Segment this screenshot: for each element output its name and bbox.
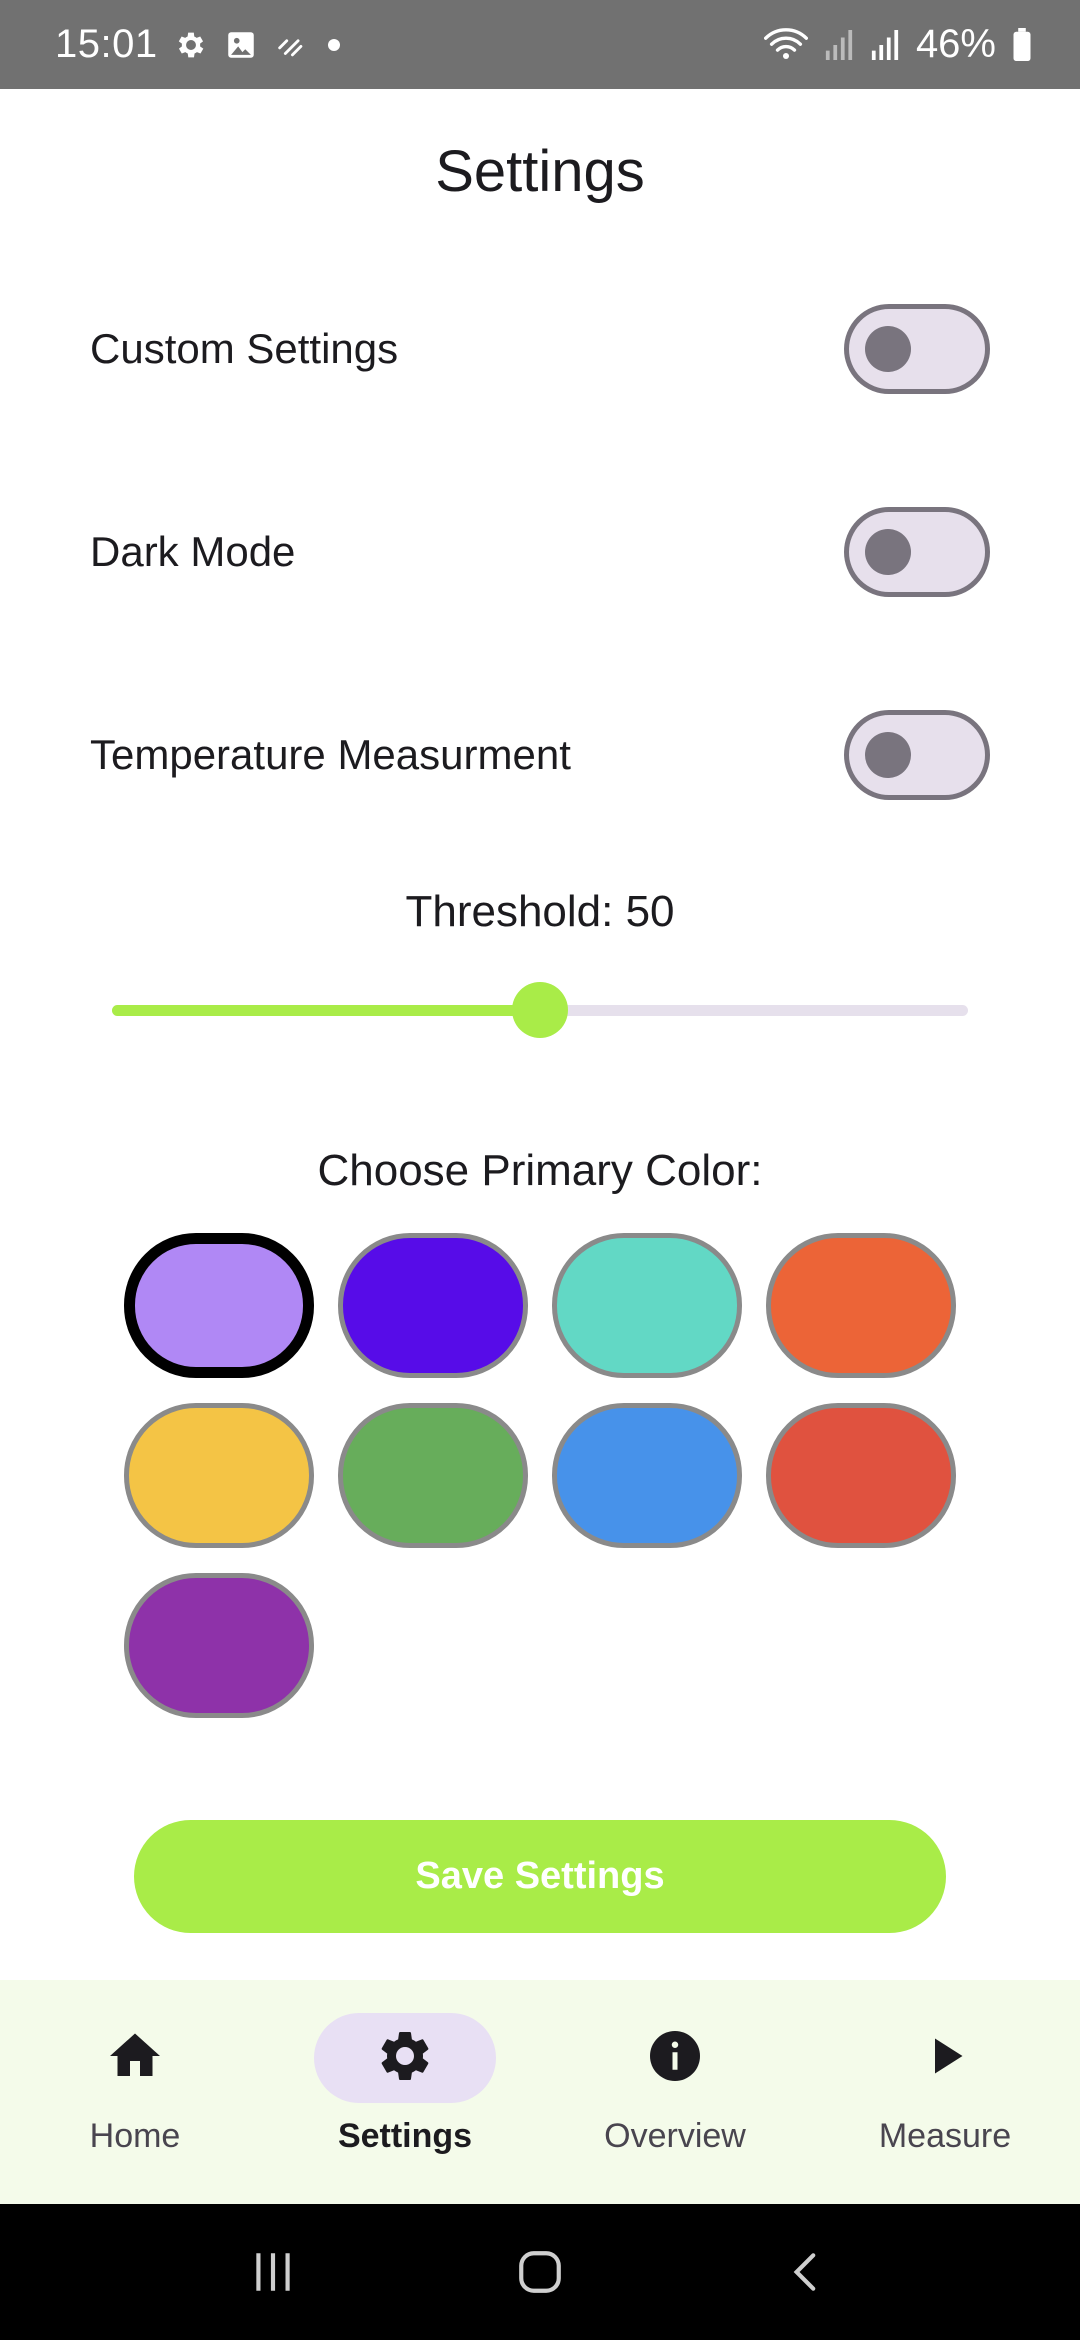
custom-settings-toggle[interactable] bbox=[844, 304, 990, 394]
wifi-icon bbox=[763, 27, 808, 63]
nav-item-settings[interactable]: Settings bbox=[270, 1980, 540, 2204]
save-settings-button[interactable]: Save Settings bbox=[134, 1820, 946, 1933]
color-swatch[interactable] bbox=[338, 1403, 528, 1548]
status-bar-left: 15:01 bbox=[55, 22, 344, 67]
temperature-row: Temperature Measurment bbox=[90, 709, 990, 801]
nav-label-measure: Measure bbox=[878, 2117, 1012, 2155]
status-bar: 15:01 46% bbox=[0, 0, 1080, 89]
toggle-knob bbox=[865, 732, 911, 778]
nav-label-overview: Overview bbox=[604, 2117, 746, 2155]
gear-icon bbox=[375, 2026, 435, 2091]
battery-icon bbox=[1012, 27, 1032, 62]
dark-mode-row: Dark Mode bbox=[90, 506, 990, 598]
settings-icon bbox=[174, 28, 208, 62]
color-swatch[interactable] bbox=[552, 1233, 742, 1378]
custom-settings-label: Custom Settings bbox=[90, 325, 399, 372]
nav-pill bbox=[854, 2013, 1036, 2103]
color-swatch[interactable] bbox=[124, 1403, 314, 1548]
home-icon bbox=[105, 2026, 165, 2091]
dark-mode-label: Dark Mode bbox=[90, 528, 296, 575]
system-navigation-bar bbox=[0, 2204, 1080, 2340]
toggle-knob bbox=[865, 326, 911, 372]
play-icon bbox=[915, 2026, 975, 2091]
dot-icon bbox=[324, 35, 344, 55]
nav-item-measure[interactable]: Measure bbox=[810, 1980, 1080, 2204]
nav-item-overview[interactable]: Overview bbox=[540, 1980, 810, 2204]
nav-pill bbox=[584, 2013, 766, 2103]
slider-fill bbox=[112, 1005, 540, 1016]
nav-item-home[interactable]: Home bbox=[0, 1980, 270, 2204]
bottom-navigation: Home Settings Overview Measure bbox=[0, 1980, 1080, 2204]
image-icon bbox=[224, 28, 258, 62]
slider-thumb[interactable] bbox=[512, 982, 568, 1038]
custom-settings-row: Custom Settings bbox=[90, 303, 990, 395]
threshold-slider[interactable] bbox=[112, 982, 968, 1038]
temperature-toggle[interactable] bbox=[844, 710, 990, 800]
nav-pill bbox=[44, 2013, 226, 2103]
nav-label-home: Home bbox=[89, 2117, 181, 2155]
battery-percent: 46% bbox=[915, 22, 996, 66]
signal-icon bbox=[824, 28, 854, 62]
color-swatch[interactable] bbox=[552, 1403, 742, 1548]
status-bar-right: 46% bbox=[763, 22, 1032, 67]
color-swatch[interactable] bbox=[338, 1233, 528, 1378]
back-icon[interactable] bbox=[767, 2232, 847, 2312]
toggle-knob bbox=[865, 529, 911, 575]
color-swatch[interactable] bbox=[124, 1233, 314, 1378]
signal-icon bbox=[870, 28, 900, 62]
info-icon bbox=[645, 2026, 705, 2091]
nav-pill-active bbox=[314, 2013, 496, 2103]
dark-mode-toggle[interactable] bbox=[844, 507, 990, 597]
status-time: 15:01 bbox=[55, 22, 158, 66]
color-swatch[interactable] bbox=[766, 1403, 956, 1548]
color-swatches bbox=[124, 1233, 958, 1718]
threshold-label: Threshold: 50 bbox=[405, 887, 675, 936]
page-title: Settings bbox=[435, 139, 645, 204]
color-picker-title: Choose Primary Color: bbox=[317, 1146, 763, 1195]
temperature-label: Temperature Measurment bbox=[90, 731, 571, 778]
home-outline-icon[interactable] bbox=[500, 2232, 580, 2312]
nav-label-settings: Settings bbox=[337, 2117, 473, 2155]
recents-icon[interactable] bbox=[233, 2232, 313, 2312]
color-swatch[interactable] bbox=[124, 1573, 314, 1718]
settings-screen: 15:01 46% Settings Custom Settings Dark … bbox=[0, 0, 1080, 2340]
tiles-icon bbox=[274, 28, 308, 62]
color-swatch[interactable] bbox=[766, 1233, 956, 1378]
